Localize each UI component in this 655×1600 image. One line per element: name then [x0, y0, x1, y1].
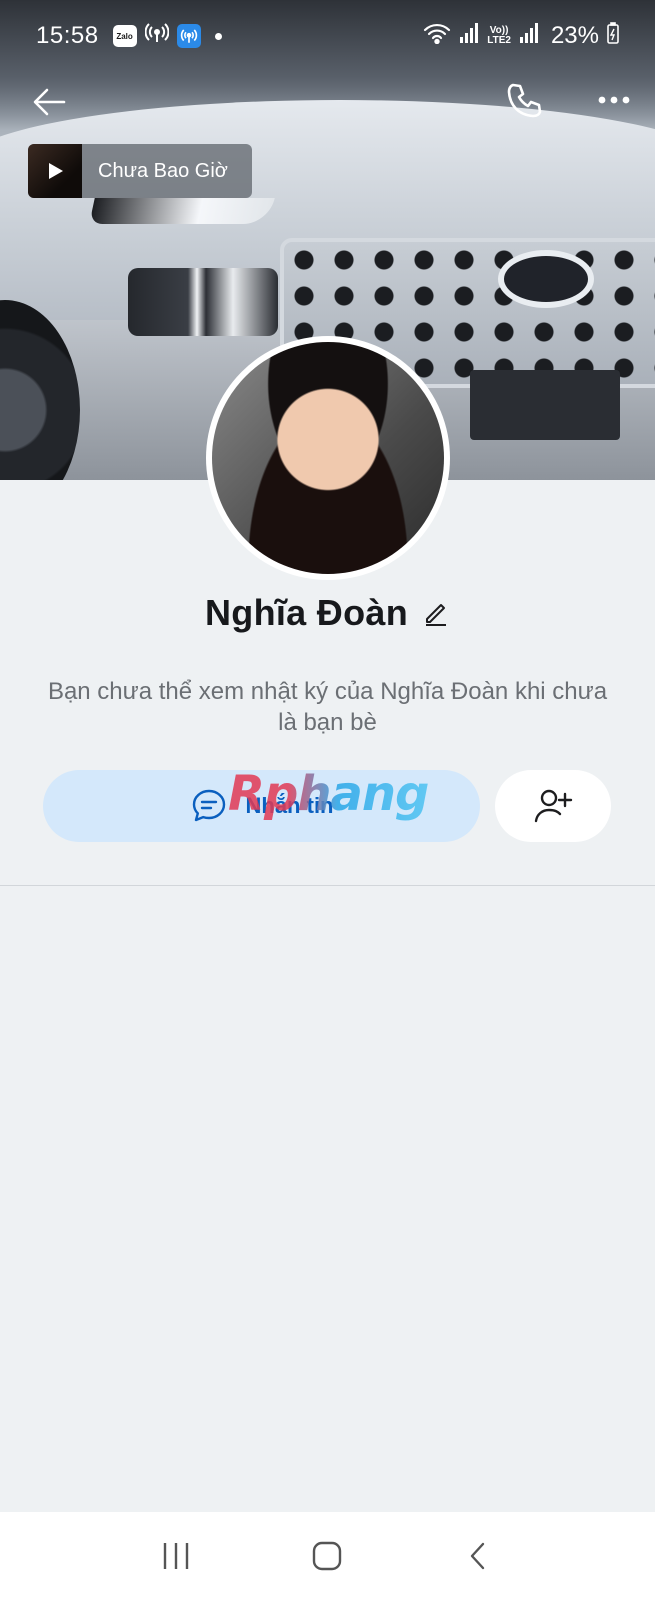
battery-charging-icon	[607, 21, 619, 51]
cover-car-wheel	[0, 300, 80, 480]
status-notification-icons: Zalo	[112, 21, 222, 52]
avatar-ring[interactable]	[206, 336, 450, 580]
system-nav-bar	[0, 1512, 655, 1600]
chat-bubble-icon	[192, 789, 225, 822]
nav-back-icon	[470, 1542, 485, 1570]
recents-icon	[163, 1543, 189, 1569]
message-button[interactable]: Nhắn tin	[43, 770, 480, 842]
volte-indicator: Vo)) LTE2	[487, 26, 511, 46]
cover-car-drl	[89, 198, 275, 224]
status-system-icons: Vo)) LTE2 23%	[423, 21, 619, 51]
avatar	[212, 342, 444, 574]
nav-home-button[interactable]	[305, 1534, 349, 1578]
edit-nickname-button[interactable]	[422, 599, 450, 627]
profile-name-row: Nghĩa Đoàn	[0, 588, 655, 638]
back-button[interactable]	[30, 82, 70, 122]
volte-label-bottom: LTE2	[487, 35, 511, 46]
status-time: 15:58	[36, 22, 99, 49]
signal-strength-2-icon	[519, 22, 539, 51]
cover-car-logo	[498, 250, 594, 308]
nav-back-button[interactable]	[457, 1534, 501, 1578]
add-friend-button[interactable]	[495, 770, 611, 842]
user-plus-icon	[534, 789, 573, 823]
wifi-icon	[423, 22, 451, 51]
music-thumbnail	[28, 144, 82, 198]
cover-car-headlamp	[128, 268, 278, 336]
profile-top-bar	[0, 72, 655, 128]
status-bar: 15:58 Zalo Vo)) LTE2 23%	[0, 0, 655, 72]
arrow-left-icon	[33, 88, 66, 116]
cover-car-plate	[470, 370, 620, 440]
more-horizontal-icon	[598, 96, 630, 104]
profile-music-chip[interactable]: Chưa Bao Giờ	[28, 144, 252, 198]
hotspot-active-icon	[176, 24, 201, 48]
nav-recents-button[interactable]	[154, 1534, 198, 1578]
call-button[interactable]	[505, 80, 545, 120]
hotspot-icon	[144, 21, 169, 52]
phone-icon	[507, 83, 542, 118]
more-options-button[interactable]	[594, 80, 634, 120]
zalo-icon: Zalo	[112, 25, 137, 47]
music-title: Chưa Bao Giờ	[98, 159, 228, 182]
home-icon	[313, 1541, 342, 1571]
notification-dot-icon	[214, 32, 222, 40]
play-icon	[49, 163, 63, 179]
diary-privacy-note: Bạn chưa thể xem nhật ký của Nghĩa Đoàn …	[47, 678, 608, 736]
message-button-label: Nhắn tin	[245, 793, 334, 818]
pencil-icon	[426, 604, 446, 626]
profile-name: Nghĩa Đoàn	[204, 592, 408, 633]
section-divider	[0, 885, 655, 886]
signal-strength-icon	[459, 22, 479, 51]
battery-percent: 23%	[550, 22, 599, 49]
